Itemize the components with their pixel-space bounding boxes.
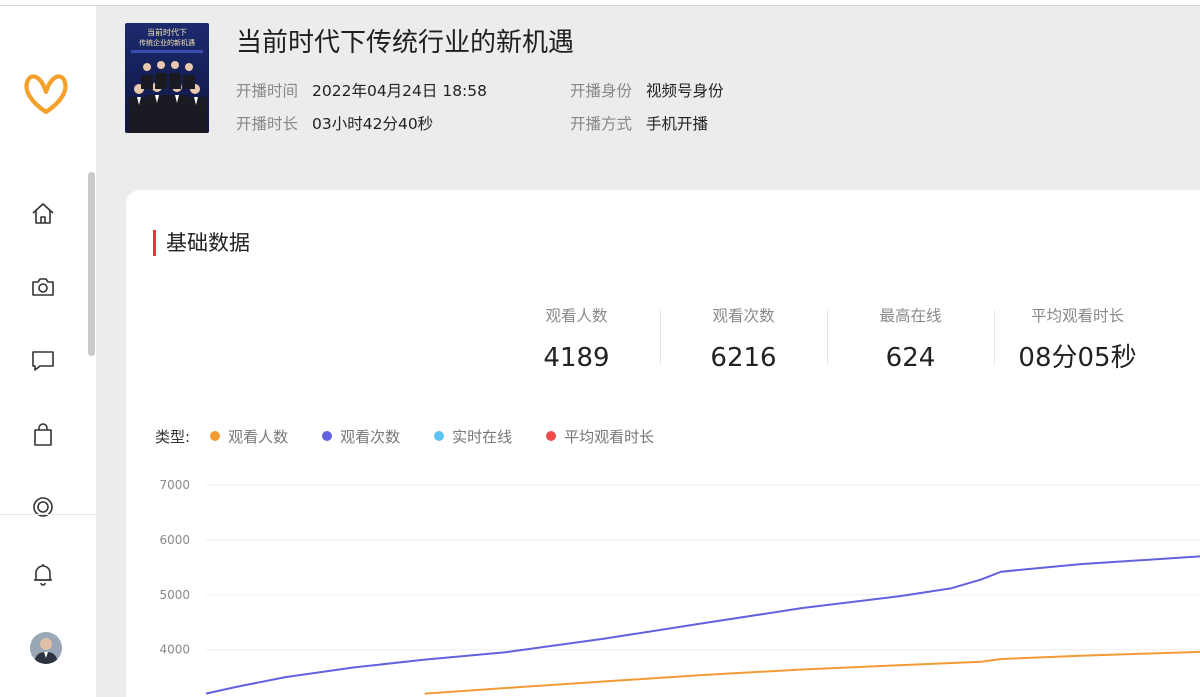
stat-avg-watch-time: 平均观看时长 08分05秒 <box>994 304 1161 378</box>
stat-value: 08分05秒 <box>1018 343 1137 373</box>
message-icon[interactable] <box>29 347 57 375</box>
y-tick-label: 5000 <box>159 588 190 602</box>
home-icon[interactable] <box>29 200 57 228</box>
legend-label: 观看次数 <box>340 427 401 446</box>
y-tick-label: 4000 <box>159 643 190 657</box>
legend-dot <box>322 431 333 441</box>
section-title: 基础数据 <box>166 231 250 255</box>
meta-start-time: 开播时间 2022年04月24日 18:58 <box>236 80 487 102</box>
target-icon[interactable] <box>29 493 57 521</box>
y-tick-label: 6000 <box>159 533 190 547</box>
stat-peak-online: 最高在线 624 <box>827 304 994 378</box>
stat-label: 观看次数 <box>712 307 775 325</box>
legend-item-views[interactable]: 观看次数 <box>322 426 400 447</box>
stat-value: 624 <box>885 343 936 373</box>
legend-title: 类型: <box>155 427 191 446</box>
sidebar-divider <box>0 514 96 515</box>
chart-legend: 类型: 观看人数 观看次数 实时在线 平均观看时长 <box>155 424 688 448</box>
sidebar <box>0 6 96 697</box>
meta-label: 开播时长 <box>236 115 299 133</box>
meta-value: 2022年04月24日 18:58 <box>312 82 488 100</box>
meta-method: 开播方式 手机开播 <box>570 113 708 135</box>
legend-item-avg-watch-time[interactable]: 平均观看时长 <box>546 426 654 447</box>
cover-title-line-2: 传统企业的新机遇 <box>139 38 195 47</box>
series-line-观看人数 <box>424 650 1200 695</box>
sidebar-scrollbar[interactable] <box>88 172 95 356</box>
meta-value: 视频号身份 <box>646 82 724 100</box>
section-accent-bar <box>153 230 156 256</box>
legend-item-realtime-online[interactable]: 实时在线 <box>434 426 512 447</box>
legend-label: 观看人数 <box>228 427 289 446</box>
bell-icon[interactable] <box>29 560 57 588</box>
legend-item-viewers[interactable]: 观看人数 <box>210 426 288 447</box>
stat-value: 4189 <box>543 343 610 373</box>
legend-label: 实时在线 <box>452 427 513 446</box>
cover-title-line-1: 当前时代下 <box>147 27 187 37</box>
user-avatar[interactable] <box>30 632 62 664</box>
live-cover-image: 当前时代下 传统企业的新机遇 <box>125 23 209 133</box>
meta-label: 开播方式 <box>570 115 633 133</box>
stat-label: 平均观看时长 <box>1030 307 1124 325</box>
series-line-观看次数 <box>205 555 1200 695</box>
meta-identity: 开播身份 视频号身份 <box>570 80 724 102</box>
legend-dot <box>210 431 221 441</box>
meta-duration: 开播时长 03小时42分40秒 <box>236 113 433 135</box>
live-title: 当前时代下传统行业的新机遇 <box>236 28 575 58</box>
stat-viewers: 观看人数 4189 <box>493 304 660 378</box>
stat-label: 观看人数 <box>545 307 608 325</box>
trend-line-chart: 4000 5000 6000 7000 <box>159 478 1200 695</box>
legend-dot <box>546 431 557 441</box>
y-tick-label: 7000 <box>159 478 190 492</box>
legend-label: 平均观看时长 <box>564 427 655 446</box>
stat-label: 最高在线 <box>879 307 942 325</box>
brand-logo-icon[interactable] <box>23 72 69 118</box>
meta-value: 手机开播 <box>646 115 709 133</box>
shopping-bag-icon[interactable] <box>29 421 57 449</box>
window-top-edge <box>0 0 1200 6</box>
stat-views: 观看次数 6216 <box>660 304 827 378</box>
meta-label: 开播时间 <box>236 82 299 100</box>
camera-icon[interactable] <box>29 273 57 301</box>
meta-value: 03小时42分40秒 <box>312 115 434 133</box>
legend-dot <box>434 431 445 441</box>
meta-label: 开播身份 <box>570 82 633 100</box>
stat-value: 6216 <box>710 343 777 373</box>
